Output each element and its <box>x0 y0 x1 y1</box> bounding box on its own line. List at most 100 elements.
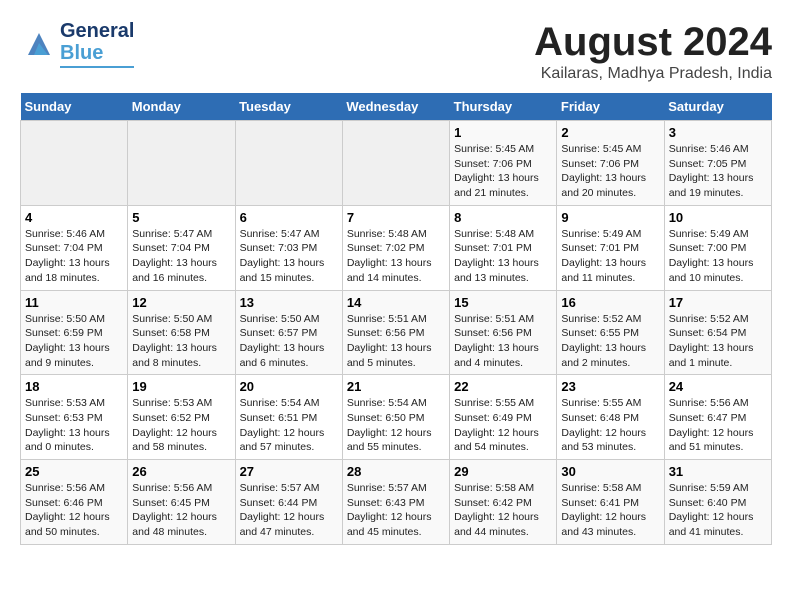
day-info-line: Sunrise: 5:57 AM <box>347 481 445 496</box>
day-info-line: and 6 minutes. <box>240 356 338 371</box>
day-info-line: Daylight: 13 hours <box>240 341 338 356</box>
day-info-line: Daylight: 12 hours <box>454 510 552 525</box>
page-header: General Blue August 2024 Kailaras, Madhy… <box>20 20 772 83</box>
day-number: 8 <box>454 210 552 225</box>
day-info-line: and 4 minutes. <box>454 356 552 371</box>
day-info-line: Sunrise: 5:50 AM <box>25 312 123 327</box>
day-info-line: Sunset: 7:05 PM <box>669 157 767 172</box>
day-info-line: Daylight: 12 hours <box>240 426 338 441</box>
calendar-cell <box>21 121 128 206</box>
day-info-line: Daylight: 13 hours <box>669 256 767 271</box>
day-info-line: Sunset: 6:42 PM <box>454 496 552 511</box>
calendar-cell: 27Sunrise: 5:57 AMSunset: 6:44 PMDayligh… <box>235 460 342 545</box>
calendar-cell: 19Sunrise: 5:53 AMSunset: 6:52 PMDayligh… <box>128 375 235 460</box>
calendar-week-4: 18Sunrise: 5:53 AMSunset: 6:53 PMDayligh… <box>21 375 772 460</box>
day-info-line: Sunset: 6:45 PM <box>132 496 230 511</box>
day-info-line: and 14 minutes. <box>347 271 445 286</box>
calendar-cell: 22Sunrise: 5:55 AMSunset: 6:49 PMDayligh… <box>450 375 557 460</box>
calendar-cell: 30Sunrise: 5:58 AMSunset: 6:41 PMDayligh… <box>557 460 664 545</box>
day-number: 16 <box>561 295 659 310</box>
day-info-line: Sunset: 6:40 PM <box>669 496 767 511</box>
day-info-line: Sunset: 6:52 PM <box>132 411 230 426</box>
day-info-line: Sunset: 6:43 PM <box>347 496 445 511</box>
calendar-cell: 1Sunrise: 5:45 AMSunset: 7:06 PMDaylight… <box>450 121 557 206</box>
calendar-cell <box>235 121 342 206</box>
calendar-cell: 29Sunrise: 5:58 AMSunset: 6:42 PMDayligh… <box>450 460 557 545</box>
day-info-line: Daylight: 13 hours <box>25 426 123 441</box>
calendar-cell: 18Sunrise: 5:53 AMSunset: 6:53 PMDayligh… <box>21 375 128 460</box>
day-info-line: Daylight: 12 hours <box>132 510 230 525</box>
day-info-line: and 47 minutes. <box>240 525 338 540</box>
day-info-line: Sunrise: 5:48 AM <box>347 227 445 242</box>
logo: General Blue <box>20 20 134 68</box>
calendar-body: 1Sunrise: 5:45 AMSunset: 7:06 PMDaylight… <box>21 121 772 545</box>
calendar-cell: 17Sunrise: 5:52 AMSunset: 6:54 PMDayligh… <box>664 290 771 375</box>
day-info-line: Sunrise: 5:59 AM <box>669 481 767 496</box>
day-number: 25 <box>25 464 123 479</box>
day-info-line: and 50 minutes. <box>25 525 123 540</box>
day-info-line: and 18 minutes. <box>25 271 123 286</box>
day-info-line: and 15 minutes. <box>240 271 338 286</box>
day-info-line: and 11 minutes. <box>561 271 659 286</box>
day-info-line: Sunset: 7:00 PM <box>669 241 767 256</box>
day-info-line: Daylight: 13 hours <box>454 341 552 356</box>
day-info-line: Daylight: 12 hours <box>25 510 123 525</box>
day-info-line: Sunrise: 5:51 AM <box>347 312 445 327</box>
logo-text-general: General <box>60 20 134 42</box>
day-info-line: Sunrise: 5:54 AM <box>240 396 338 411</box>
day-info-line: Sunrise: 5:49 AM <box>561 227 659 242</box>
day-info-line: Sunset: 7:04 PM <box>25 241 123 256</box>
day-info-line: Sunset: 7:03 PM <box>240 241 338 256</box>
day-number: 2 <box>561 125 659 140</box>
day-info-line: and 10 minutes. <box>669 271 767 286</box>
day-info-line: Daylight: 13 hours <box>669 171 767 186</box>
calendar-cell: 7Sunrise: 5:48 AMSunset: 7:02 PMDaylight… <box>342 205 449 290</box>
day-info-line: and 19 minutes. <box>669 186 767 201</box>
day-number: 28 <box>347 464 445 479</box>
day-info-line: Daylight: 13 hours <box>454 256 552 271</box>
calendar-cell: 4 Sunrise: 5:46 AMSunset: 7:04 PMDaylight… <box>21 205 128 290</box>
day-number: 23 <box>561 379 659 394</box>
day-info-line: and 51 minutes. <box>669 440 767 455</box>
day-info-line: Daylight: 12 hours <box>454 426 552 441</box>
day-info-line: Sunrise: 5:58 AM <box>454 481 552 496</box>
day-info-line: Daylight: 13 hours <box>132 256 230 271</box>
calendar-cell: 8Sunrise: 5:48 AMSunset: 7:01 PMDaylight… <box>450 205 557 290</box>
logo-underline <box>60 66 134 68</box>
day-number: 31 <box>669 464 767 479</box>
day-number: 30 <box>561 464 659 479</box>
day-number: 19 <box>132 379 230 394</box>
calendar-cell: 11Sunrise: 5:50 AMSunset: 6:59 PMDayligh… <box>21 290 128 375</box>
weekday-header-thursday: Thursday <box>450 93 557 121</box>
day-info-line: Daylight: 13 hours <box>132 341 230 356</box>
day-info-line: and 8 minutes. <box>132 356 230 371</box>
calendar-week-5: 25Sunrise: 5:56 AMSunset: 6:46 PMDayligh… <box>21 460 772 545</box>
day-number: 4 <box>25 210 123 225</box>
day-info-line: Daylight: 13 hours <box>25 256 123 271</box>
day-info-line: and 54 minutes. <box>454 440 552 455</box>
calendar-cell: 24Sunrise: 5:56 AMSunset: 6:47 PMDayligh… <box>664 375 771 460</box>
day-number: 1 <box>454 125 552 140</box>
weekday-header-sunday: Sunday <box>21 93 128 121</box>
day-info-line: and 43 minutes. <box>561 525 659 540</box>
day-info-line: Sunrise: 5:54 AM <box>347 396 445 411</box>
day-info-line: Sunset: 6:48 PM <box>561 411 659 426</box>
day-info-line: Sunrise: 5:46 AM <box>25 227 123 242</box>
calendar-cell: 21Sunrise: 5:54 AMSunset: 6:50 PMDayligh… <box>342 375 449 460</box>
weekday-header-saturday: Saturday <box>664 93 771 121</box>
day-info-line: Sunrise: 5:46 AM <box>669 142 767 157</box>
day-info-line: Sunset: 7:04 PM <box>132 241 230 256</box>
day-number: 21 <box>347 379 445 394</box>
day-number: 5 <box>132 210 230 225</box>
day-info-line: Sunset: 6:49 PM <box>454 411 552 426</box>
day-info-line: Daylight: 12 hours <box>561 426 659 441</box>
day-info-line: Daylight: 13 hours <box>347 341 445 356</box>
day-info-line: Sunrise: 5:48 AM <box>454 227 552 242</box>
day-info-line: Daylight: 12 hours <box>669 426 767 441</box>
day-info-line: Sunrise: 5:53 AM <box>25 396 123 411</box>
day-info-line: Sunset: 6:59 PM <box>25 326 123 341</box>
calendar-cell: 16Sunrise: 5:52 AMSunset: 6:55 PMDayligh… <box>557 290 664 375</box>
day-number: 3 <box>669 125 767 140</box>
day-info-line: Daylight: 13 hours <box>561 341 659 356</box>
weekday-header-friday: Friday <box>557 93 664 121</box>
